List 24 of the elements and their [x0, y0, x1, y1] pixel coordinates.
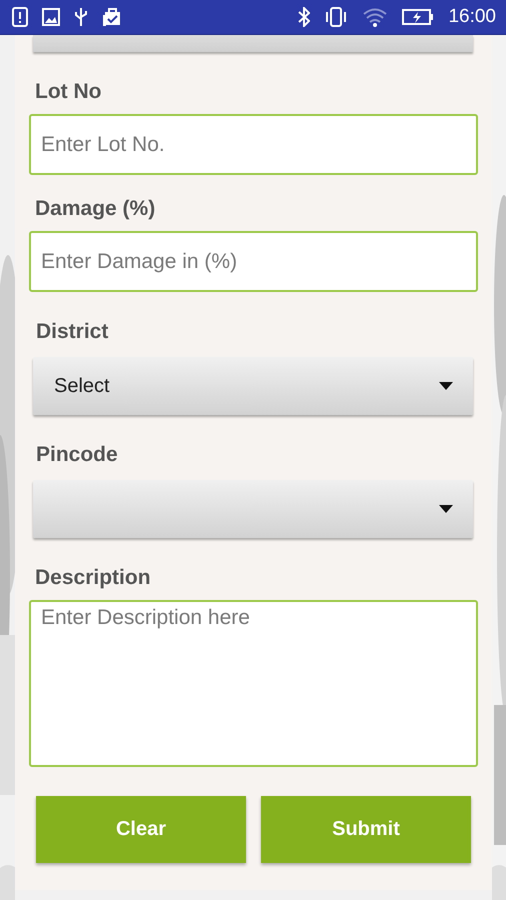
field-label: Damage (%) [35, 197, 156, 221]
input-field[interactable]: Enter Description here [29, 600, 478, 767]
bluetooth-icon [298, 7, 310, 27]
dropdown[interactable]: Select [33, 357, 473, 415]
field-label: District [36, 320, 108, 344]
caret-icon [439, 505, 453, 513]
usb-icon [74, 7, 88, 27]
input-field[interactable]: Enter Damage in (%) [29, 231, 478, 292]
image-icon [42, 8, 60, 26]
field-label: Lot No [35, 80, 102, 104]
input-field[interactable]: Enter Lot No. [29, 114, 478, 175]
field-label: Pincode [36, 443, 118, 467]
wifi-icon [362, 7, 388, 27]
caret-icon [439, 382, 453, 390]
vibrate-icon [324, 7, 348, 27]
dropdown[interactable] [33, 480, 473, 538]
dropdown[interactable] [33, 35, 473, 52]
field-label: Description [35, 566, 151, 590]
action-button[interactable]: Clear [36, 796, 246, 863]
alert-icon [12, 7, 28, 27]
clipboard-icon [102, 7, 122, 27]
battery-icon [402, 8, 434, 26]
clock-time: 16:00 [448, 6, 496, 28]
action-button[interactable]: Submit [261, 796, 471, 863]
